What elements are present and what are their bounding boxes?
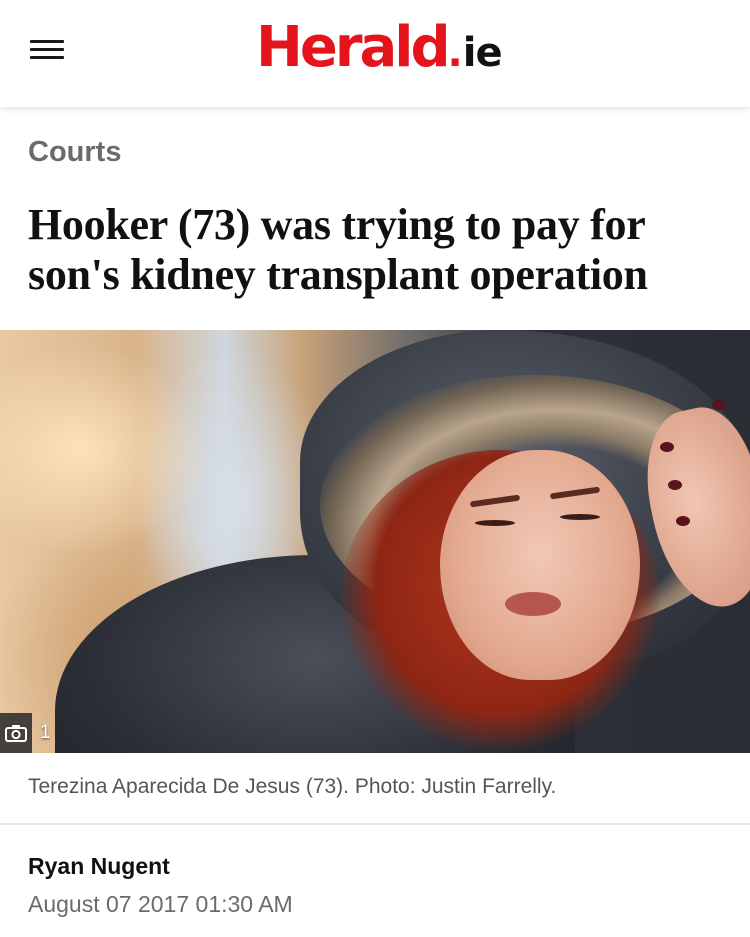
- divider: [0, 823, 750, 825]
- photo-nail: [676, 516, 690, 526]
- photo-nail: [668, 480, 682, 490]
- menu-line: [30, 56, 64, 59]
- menu-line: [30, 48, 64, 51]
- logo-tld: ie: [462, 30, 503, 76]
- site-logo[interactable]: Herald . ie: [256, 15, 503, 80]
- camera-icon: [0, 713, 32, 753]
- photo-caption: Terezina Aparecida De Jesus (73). Photo:…: [28, 775, 557, 798]
- photo-nail: [660, 442, 674, 452]
- article-headline: Hooker (73) was trying to pay for son's …: [28, 200, 648, 299]
- photo-nail: [712, 400, 726, 410]
- logo-dot: .: [447, 30, 463, 76]
- photo-face: [440, 450, 640, 680]
- photo-count-badge[interactable]: 1: [0, 713, 51, 753]
- publish-date: August 07 2017 01:30 AM: [28, 891, 293, 917]
- logo-text: Herald: [256, 15, 451, 80]
- article-photo[interactable]: [0, 330, 750, 753]
- photo-lips: [505, 592, 561, 616]
- menu-line: [30, 40, 64, 43]
- section-label[interactable]: Courts: [28, 136, 121, 169]
- photo-count: 1: [40, 722, 51, 743]
- photo-eye: [560, 514, 600, 520]
- site-header: Herald . ie: [0, 0, 750, 107]
- photo-eye: [475, 520, 515, 526]
- author-name[interactable]: Ryan Nugent: [28, 853, 170, 880]
- hamburger-menu-icon[interactable]: [30, 38, 64, 62]
